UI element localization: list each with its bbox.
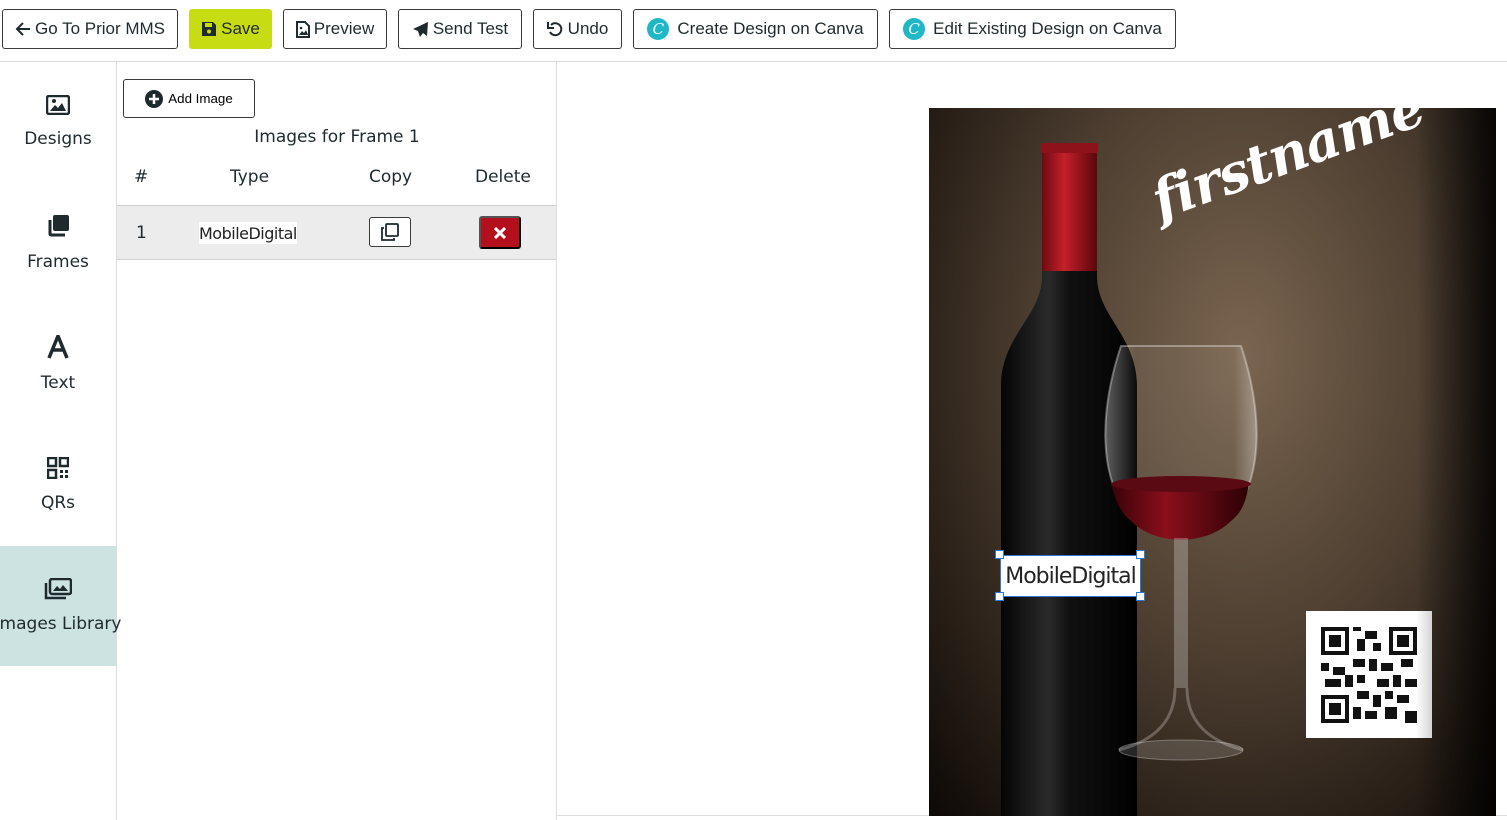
edit-design-canva-label: Edit Existing Design on Canva (933, 19, 1162, 38)
undo-label: Undo (567, 19, 609, 38)
resize-handle[interactable] (995, 592, 1004, 601)
go-to-prior-mms-label: Go To Prior MMS (34, 19, 166, 38)
design-frame[interactable]: firstname MobileDigital (929, 108, 1496, 816)
panel-title: Images for Frame 1 (254, 127, 420, 147)
arrow-left-icon (15, 22, 30, 36)
save-button[interactable]: Save (189, 9, 272, 49)
create-design-canva-label: Create Design on Canva (677, 19, 864, 38)
resize-handle[interactable] (1136, 550, 1145, 559)
design-canvas-area: firstname MobileDigital (557, 62, 1507, 816)
resize-handle[interactable] (995, 550, 1004, 559)
qr-code-icon (1321, 626, 1417, 723)
sidebar-item-images-library[interactable]: Images Library (0, 546, 121, 666)
layers-icon (48, 215, 69, 237)
images-library-icon (44, 578, 72, 600)
preview-label: Preview (313, 19, 375, 38)
create-design-canva-button[interactable]: C Create Design on Canva (633, 9, 878, 49)
sidebar: Designs Frames Text QRs Images Library (0, 62, 121, 820)
table-row: 1 MobileDigital (117, 205, 556, 260)
resize-handle[interactable] (1136, 592, 1145, 601)
floppy-disk-icon (202, 22, 217, 36)
paper-plane-icon (412, 21, 428, 37)
save-label: Save (221, 19, 260, 38)
toolbar: Go To Prior MMS Save Preview Send Test U… (0, 0, 1507, 62)
qr-icon (47, 457, 69, 479)
sidebar-item-label: QRs (40, 493, 76, 513)
row-number: 1 (136, 223, 147, 243)
images-panel: Add Image Images for Frame 1 # Type Copy… (117, 62, 557, 820)
column-header-delete: Delete (475, 167, 531, 187)
edit-design-canva-button[interactable]: C Edit Existing Design on Canva (889, 9, 1176, 49)
qr-code-image[interactable] (1306, 611, 1432, 738)
sidebar-item-designs[interactable]: Designs (0, 62, 116, 182)
canva-icon: C (903, 18, 926, 40)
go-to-prior-mms-button[interactable]: Go To Prior MMS (2, 9, 178, 49)
sidebar-item-label: Text (40, 373, 76, 393)
preview-button[interactable]: Preview (283, 9, 387, 49)
sidebar-item-label: Frames (27, 252, 89, 272)
canva-icon: C (647, 18, 670, 40)
sidebar-item-label: Designs (24, 129, 92, 149)
column-header-type: Type (230, 167, 270, 187)
copy-image-button[interactable] (369, 217, 411, 247)
sidebar-item-qrs[interactable]: QRs (0, 425, 116, 545)
column-header-number: # (134, 167, 149, 187)
file-image-icon (295, 20, 310, 38)
add-image-label: Add Image (168, 91, 233, 106)
close-icon (494, 226, 506, 239)
sidebar-item-label: Images Library (0, 614, 122, 634)
delete-image-button[interactable] (479, 216, 521, 249)
image-type-thumbnail: MobileDigital (199, 222, 297, 244)
send-test-button[interactable]: Send Test (398, 9, 522, 49)
sidebar-item-frames[interactable]: Frames (0, 183, 116, 303)
plus-circle-icon (145, 89, 164, 108)
image-icon (46, 95, 70, 115)
undo-icon (546, 21, 562, 36)
selected-logo-image[interactable]: MobileDigital (1000, 555, 1141, 597)
column-header-copy: Copy (369, 167, 413, 187)
sidebar-item-text[interactable]: Text (0, 304, 116, 424)
undo-button[interactable]: Undo (533, 9, 622, 49)
copy-icon (381, 223, 399, 241)
send-test-label: Send Test (432, 19, 509, 38)
text-icon (47, 335, 69, 359)
add-image-button[interactable]: Add Image (123, 79, 255, 118)
